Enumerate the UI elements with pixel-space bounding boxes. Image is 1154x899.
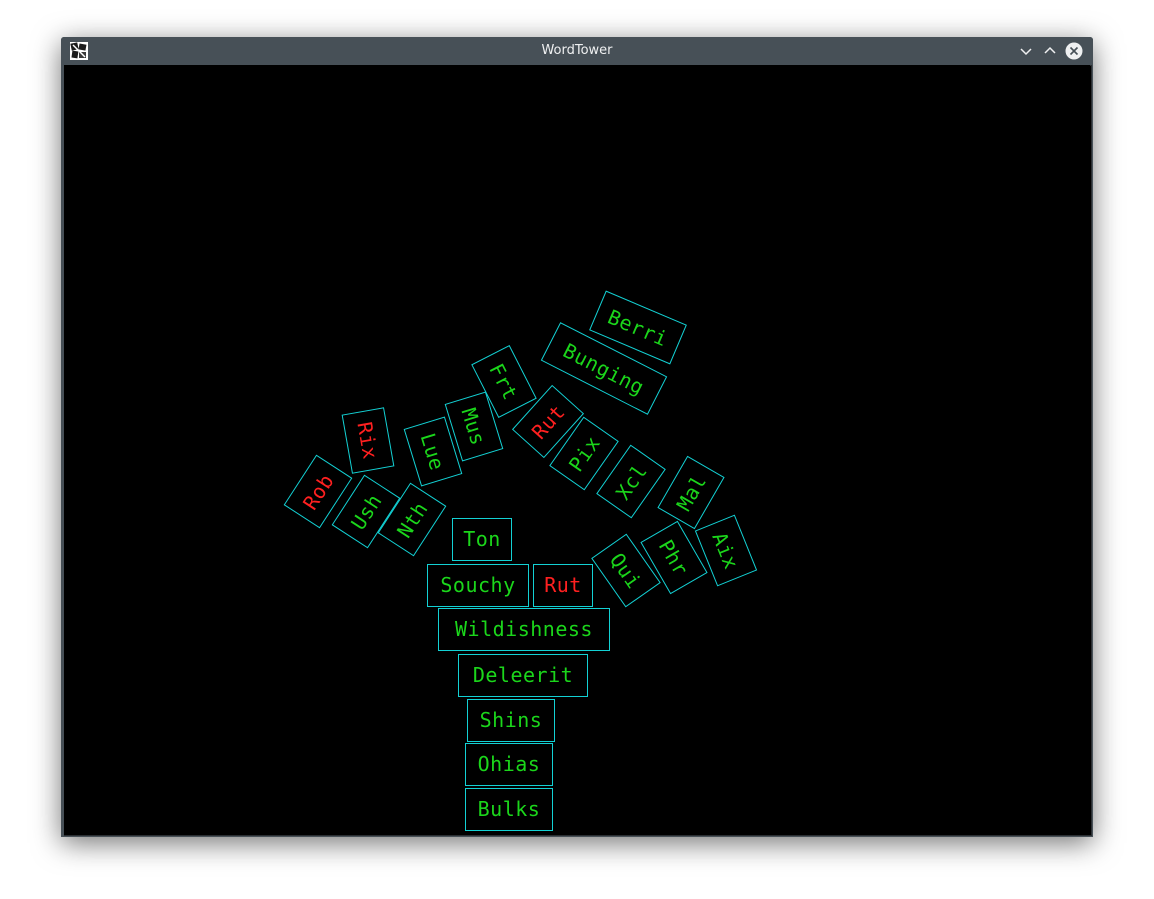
word-block-ohias[interactable]: Ohias bbox=[465, 742, 553, 786]
window-title: WordTower bbox=[541, 43, 613, 58]
chevron-down-icon[interactable] bbox=[1016, 41, 1036, 61]
word-block-ton[interactable]: Ton bbox=[452, 517, 512, 561]
word-block-wildishness[interactable]: Wildishness bbox=[438, 607, 610, 651]
word-tower-canvas[interactable]: Bulks Ohias Shins Deleerit Wildishness Souchy… bbox=[64, 65, 1090, 835]
word-block-souchy[interactable]: Souchy bbox=[427, 563, 529, 607]
chevron-up-icon[interactable] bbox=[1040, 41, 1060, 61]
word-block-deleerit[interactable]: Deleerit bbox=[458, 653, 588, 697]
title-bar[interactable]: WordTower bbox=[61, 37, 1093, 65]
word-block-mal[interactable]: Mal bbox=[657, 455, 725, 529]
word-block-shins[interactable]: Shins bbox=[467, 698, 555, 742]
word-block-bulks[interactable]: Bulks bbox=[465, 787, 553, 831]
close-icon[interactable] bbox=[1064, 41, 1084, 61]
word-block-rix[interactable]: Rix bbox=[341, 406, 395, 474]
word-block-aix[interactable]: Aix bbox=[694, 514, 758, 586]
word-block-rut[interactable]: Rut bbox=[533, 563, 593, 607]
